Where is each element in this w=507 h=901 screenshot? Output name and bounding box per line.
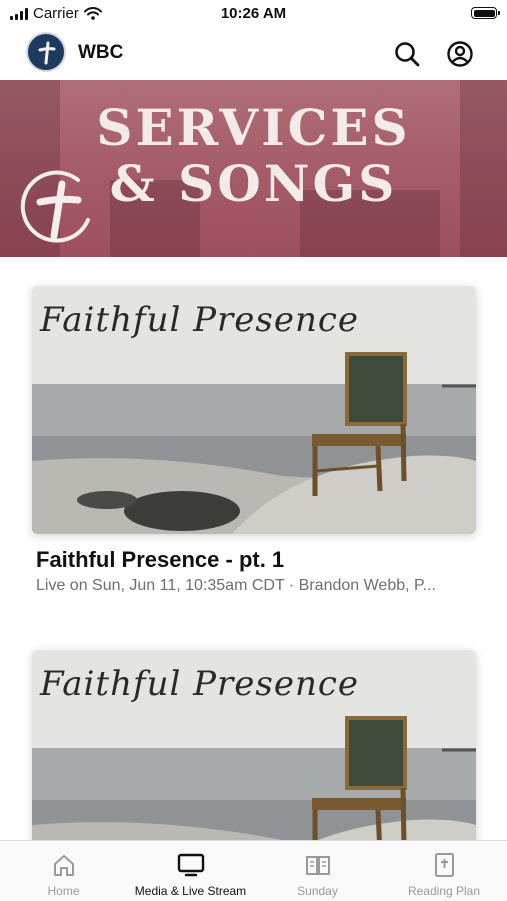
status-bar: Carrier 10:26 AM: [0, 0, 507, 28]
media-title: Faithful Presence - pt. 1: [36, 547, 285, 572]
bible-icon: [435, 853, 454, 877]
thumbnail-script-title: Faithful Presence: [40, 664, 360, 704]
banner-title-line1: SERVICES: [96, 98, 411, 157]
media-thumbnail[interactable]: Faithful Presence: [32, 286, 476, 534]
battery-icon: [471, 7, 500, 19]
media-subtitle: Live on Sun, Jun 11, 10:35am CDT · Brand…: [36, 577, 436, 594]
cross-emblem-icon: [20, 170, 90, 243]
tab-label-sunday: Sunday: [297, 884, 338, 898]
account-icon[interactable]: [446, 40, 474, 68]
services-songs-banner[interactable]: SERVICES & SONGS: [0, 80, 507, 257]
tab-reading-plan[interactable]: Reading Plan: [381, 841, 507, 901]
app-title: WBC: [78, 42, 124, 63]
search-icon[interactable]: [393, 40, 421, 68]
logo-cross-icon[interactable]: [26, 32, 66, 72]
tab-bar: Home Media & Live Stream Sunday Reading …: [0, 840, 507, 901]
thumbnail-script-title: Faithful Presence: [40, 300, 360, 340]
status-time: 10:26 AM: [220, 5, 287, 22]
media-card[interactable]: Faithful Presence Faithful Presence - pt…: [32, 286, 476, 594]
tab-label-media-live-stream: Media & Live Stream: [134, 884, 247, 898]
tab-sunday[interactable]: Sunday: [254, 841, 381, 901]
app-header: WBC: [0, 28, 507, 78]
tab-home[interactable]: Home: [0, 841, 127, 901]
open-book-icon: [305, 856, 330, 875]
home-icon: [53, 855, 74, 876]
tab-label-reading-plan: Reading Plan: [407, 884, 481, 898]
tv-icon: [177, 853, 204, 877]
tab-label-home: Home: [47, 884, 80, 898]
tab-media-live-stream[interactable]: Media & Live Stream: [127, 841, 254, 901]
